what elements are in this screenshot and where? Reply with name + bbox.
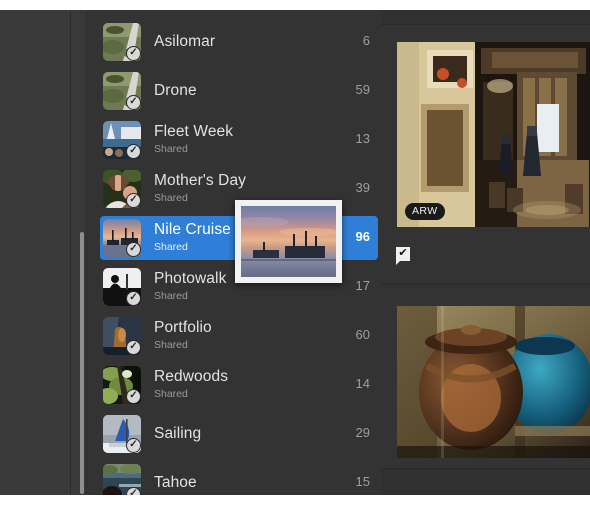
shared-check-icon: ✓ xyxy=(126,144,141,159)
shared-check-icon: ✓ xyxy=(126,95,141,110)
shared-check-icon: ✓ xyxy=(126,242,141,257)
album-photo-count: 13 xyxy=(355,131,370,146)
photo-cell-2[interactable] xyxy=(381,288,590,469)
album-title: Sailing xyxy=(154,425,202,442)
album-title: Mother's Day xyxy=(154,172,247,189)
left-panel-divider xyxy=(70,10,71,495)
album-row-highlight xyxy=(100,314,378,358)
album-row-highlight xyxy=(100,118,378,162)
album-photo-count: 17 xyxy=(355,278,370,293)
window-top-margin xyxy=(0,0,590,10)
photo-grid-panel: ARW ✔ xyxy=(381,10,590,495)
album-row-highlight xyxy=(100,412,378,456)
album-row-highlight xyxy=(100,69,378,113)
left-panel-background xyxy=(0,10,85,495)
album-row[interactable]: ✓ Portfolio Shared 60 xyxy=(100,314,378,358)
file-format-badge: ARW xyxy=(405,203,445,220)
shared-check-icon: ✓ xyxy=(126,389,141,404)
album-photo-count: 60 xyxy=(355,327,370,342)
photo-cell-1-image xyxy=(397,42,590,227)
app-root: ✓ Asilomar 6 ✓ Drone 59 ✓ Fleet Week Shared 13 ✓ Mo… xyxy=(0,0,590,505)
album-title: Portfolio xyxy=(154,319,212,336)
album-title: Drone xyxy=(154,82,197,99)
shared-check-icon: ✓ xyxy=(126,487,141,495)
album-title: Redwoods xyxy=(154,368,229,385)
album-shared-label: Shared xyxy=(154,388,188,400)
album-row[interactable]: ✓ Drone 59 xyxy=(100,69,378,113)
album-title: Fleet Week xyxy=(154,123,234,140)
album-shared-label: Shared xyxy=(154,339,188,351)
album-row[interactable]: ✓ Sailing 29 xyxy=(100,412,378,456)
album-row[interactable]: ✓ Asilomar 6 xyxy=(100,20,378,64)
album-shared-label: Shared xyxy=(154,143,188,155)
album-scrollbar-thumb[interactable] xyxy=(80,232,84,494)
shared-check-icon: ✓ xyxy=(126,46,141,61)
shared-check-icon: ✓ xyxy=(126,340,141,355)
album-photo-count: 29 xyxy=(355,425,370,440)
museum-interior-photo-icon xyxy=(397,42,590,227)
bronze-urns-photo-icon xyxy=(397,306,590,458)
album-title: Photowalk xyxy=(154,270,227,287)
album-row-highlight xyxy=(100,461,378,495)
album-row[interactable]: ✓ Fleet Week Shared 13 xyxy=(100,118,378,162)
album-photo-count: 39 xyxy=(355,180,370,195)
album-photo-count: 15 xyxy=(355,474,370,489)
shared-check-icon: ✓ xyxy=(126,291,141,306)
album-row-highlight xyxy=(100,363,378,407)
photo-flag-checkbox[interactable]: ✔ xyxy=(396,247,410,265)
album-row[interactable]: ✓ Tahoe 15 xyxy=(100,461,378,495)
album-photo-count: 59 xyxy=(355,82,370,97)
album-photo-count: 6 xyxy=(362,33,370,48)
window-bottom-margin xyxy=(0,495,590,505)
shared-check-icon: ✓ xyxy=(126,438,141,453)
drag-thumbnail[interactable] xyxy=(235,200,342,283)
drag-thumbnail-image xyxy=(241,206,336,277)
album-photo-count: 14 xyxy=(355,376,370,391)
shared-check-icon: ✓ xyxy=(126,193,141,208)
album-shared-label: Shared xyxy=(154,241,188,253)
sunset-harbor-photo-icon xyxy=(241,206,336,277)
album-row[interactable]: ✓ Redwoods Shared 14 xyxy=(100,363,378,407)
album-shared-label: Shared xyxy=(154,290,188,302)
album-title: Tahoe xyxy=(154,474,197,491)
album-photo-count: 96 xyxy=(355,229,370,244)
album-title: Nile Cruise xyxy=(154,221,231,238)
album-shared-label: Shared xyxy=(154,192,188,204)
photo-cell-2-image xyxy=(397,306,590,458)
photo-cell-1[interactable]: ARW ✔ xyxy=(381,24,590,284)
album-title: Asilomar xyxy=(154,33,216,50)
album-row-highlight xyxy=(100,20,378,64)
